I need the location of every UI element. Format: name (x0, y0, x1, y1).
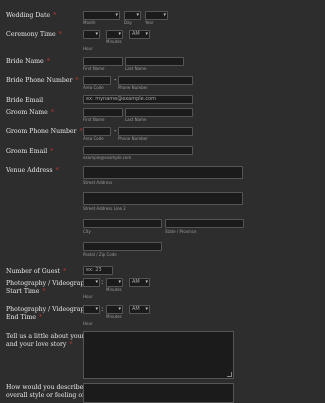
photo-start-ampm-select[interactable]: AM (129, 278, 150, 287)
time-colon: : (101, 305, 104, 313)
bride-name-label: Bride Name * (6, 58, 50, 65)
email-sublabel: example@example.com (83, 155, 132, 160)
guests-label: Number of Guest * (6, 268, 67, 275)
photo-start-hour-select[interactable] (83, 278, 100, 287)
wedding-month-select[interactable] (83, 11, 120, 20)
last-name-sublabel: Last Name (125, 66, 147, 71)
month-sublabel: Month (83, 20, 96, 25)
photo-start-minutes-select[interactable] (106, 278, 123, 287)
style-textarea[interactable] (83, 383, 234, 403)
groom-phone-input[interactable] (118, 127, 193, 136)
postal-code-sublabel: Postal / Zip Code (83, 252, 117, 257)
venue-address-label: Venue Address * (6, 167, 59, 174)
groom-email-input[interactable] (83, 146, 193, 155)
phone-number-sublabel: Phone Number (118, 85, 148, 90)
state-sublabel: State / Province (165, 229, 197, 234)
last-name-sublabel: Last Name (125, 117, 147, 122)
year-sublabel: Year (145, 20, 154, 25)
state-input[interactable] (165, 219, 244, 228)
hour-sublabel: Hour (83, 46, 93, 51)
bride-phone-input[interactable] (118, 76, 193, 85)
photo-end-ampm-select[interactable]: AM (129, 305, 150, 314)
street-address-sublabel: Street Address (83, 180, 113, 185)
bride-first-name-input[interactable] (83, 57, 123, 66)
wedding-date-label: Wedding Date * (6, 12, 57, 19)
bride-email-label: Bride Email (6, 97, 44, 104)
postal-code-input[interactable] (83, 242, 162, 251)
ceremony-hour-select[interactable] (83, 30, 100, 39)
bride-area-code-input[interactable] (83, 76, 111, 85)
groom-area-code-input[interactable] (83, 127, 111, 136)
groom-phone-label: Groom Phone Number * (6, 128, 83, 135)
resize-handle[interactable] (227, 372, 232, 377)
street-address-line2-sublabel: Street Address Line 2 (83, 206, 126, 211)
photo-start-label: Photography / Videography Start Time * (6, 280, 92, 295)
ceremony-time-label: Ceremony Time * (6, 31, 62, 38)
phone-separator: - (114, 127, 117, 135)
groom-name-label: Groom Name * (6, 109, 54, 116)
hour-sublabel: Hour (83, 321, 93, 326)
area-code-sublabel: Area Code (83, 85, 104, 90)
bride-last-name-input[interactable] (125, 57, 184, 66)
bride-phone-label: Bride Phone Number * (6, 77, 79, 84)
wedding-day-select[interactable] (124, 11, 141, 20)
hour-sublabel: Hour (83, 294, 93, 299)
ceremony-ampm-select[interactable]: AM (129, 30, 150, 39)
guests-input[interactable]: ex: 23 (83, 266, 113, 275)
love-story-textarea[interactable] (83, 331, 234, 379)
phone-number-sublabel: Phone Number (118, 136, 148, 141)
city-input[interactable] (83, 219, 162, 228)
groom-first-name-input[interactable] (83, 108, 123, 117)
minutes-sublabel: Minutes (106, 287, 122, 292)
city-sublabel: City (83, 229, 91, 234)
groom-email-label: Groom Email * (6, 148, 54, 155)
street-address-line2-input[interactable] (83, 192, 243, 205)
wedding-year-select[interactable] (145, 11, 168, 20)
bride-email-input[interactable]: ex: myname@example.com (83, 95, 193, 104)
time-colon: : (101, 278, 104, 286)
street-address-input[interactable] (83, 166, 243, 179)
minutes-sublabel: Minutes (106, 39, 122, 44)
photo-end-minutes-select[interactable] (106, 305, 123, 314)
phone-separator: - (114, 76, 117, 84)
ceremony-minutes-select[interactable] (106, 30, 123, 39)
area-code-sublabel: Area Code (83, 136, 104, 141)
photo-end-label: Photography / Videography End Time * (6, 306, 92, 321)
photo-end-hour-select[interactable] (83, 305, 100, 314)
first-name-sublabel: First Name (83, 117, 105, 122)
day-sublabel: Day (124, 20, 132, 25)
first-name-sublabel: First Name (83, 66, 105, 71)
groom-last-name-input[interactable] (125, 108, 193, 117)
minutes-sublabel: Minutes (106, 314, 122, 319)
